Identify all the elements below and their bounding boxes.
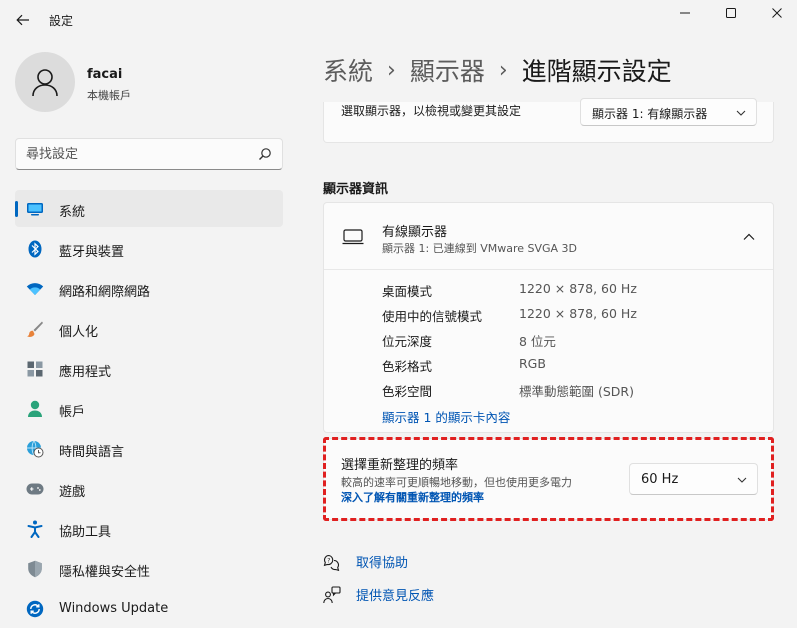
svg-text:?: ? bbox=[327, 557, 330, 564]
refresh-rate-dropdown[interactable]: 60 Hz bbox=[629, 463, 758, 495]
sidebar-item-windows-update[interactable]: Windows Update bbox=[15, 590, 283, 627]
info-key: 桌面模式 bbox=[382, 284, 433, 299]
refresh-rate-value: 60 Hz bbox=[641, 472, 679, 487]
info-value: 1220 × 878, 60 Hz bbox=[519, 281, 637, 296]
bluetooth-icon bbox=[26, 240, 44, 258]
feedback-icon bbox=[323, 585, 341, 604]
close-button[interactable] bbox=[754, 0, 797, 26]
title-bar: 設定 bbox=[0, 0, 797, 40]
sidebar-item-time-language[interactable]: 時間與語言 bbox=[15, 430, 283, 467]
sidebar-item-privacy-security[interactable]: 隱私權與安全性 bbox=[15, 550, 283, 587]
display-select-dropdown[interactable]: 顯示器 1: 有線顯示器 bbox=[580, 98, 757, 126]
get-help-label: 取得協助 bbox=[356, 556, 409, 571]
display-info-card: 有線顯示器 顯示器 1: 已連線到 VMware SVGA 3D 桌面模式 12… bbox=[323, 202, 774, 433]
display-select-card: 選取顯示器，以檢視或變更其設定 顯示器 1: 有線顯示器 bbox=[323, 98, 774, 143]
breadcrumb-separator: › bbox=[498, 57, 508, 83]
chevron-up-icon[interactable] bbox=[743, 232, 755, 242]
display-name: 有線顯示器 bbox=[382, 225, 448, 240]
breadcrumb-system[interactable]: 系統 bbox=[323, 52, 373, 88]
sidebar-item-label: 應用程式 bbox=[59, 365, 112, 380]
breadcrumb: 系統 › 顯示器 › 進階顯示設定 bbox=[323, 52, 672, 88]
minimize-button[interactable] bbox=[662, 0, 708, 26]
maximize-button[interactable] bbox=[708, 0, 754, 26]
info-key: 使用中的信號模式 bbox=[382, 309, 483, 324]
refresh-rate-description: 較高的速率可更順暢地移動，但也使用更多電力 bbox=[341, 476, 572, 489]
accessibility-icon bbox=[26, 520, 44, 538]
sidebar-item-personalization[interactable]: 個人化 bbox=[15, 310, 283, 347]
minimize-icon bbox=[680, 12, 690, 14]
back-arrow-icon bbox=[16, 14, 29, 26]
page-title: 進階顯示設定 bbox=[521, 57, 672, 86]
sidebar-item-label: 時間與語言 bbox=[59, 445, 125, 460]
search-box[interactable] bbox=[15, 138, 283, 170]
search-input[interactable] bbox=[26, 139, 246, 169]
sidebar-item-label: 個人化 bbox=[59, 325, 99, 340]
sidebar-item-apps[interactable]: 應用程式 bbox=[15, 350, 283, 387]
app-title: 設定 bbox=[49, 14, 74, 28]
sidebar-item-system[interactable]: 系統 bbox=[15, 190, 283, 227]
avatar bbox=[15, 52, 75, 112]
globe-clock-icon bbox=[26, 440, 44, 458]
display-adapter-properties-link[interactable]: 顯示器 1 的顯示卡內容 bbox=[382, 407, 510, 426]
account-type: 本機帳戶 bbox=[87, 89, 131, 102]
brush-icon bbox=[26, 320, 44, 338]
sidebar-item-label: 網路和網際網路 bbox=[59, 285, 151, 300]
display-connection: 顯示器 1: 已連線到 VMware SVGA 3D bbox=[382, 242, 578, 255]
monitor-icon bbox=[342, 229, 364, 245]
user-name: facai bbox=[87, 67, 123, 82]
breadcrumb-display[interactable]: 顯示器 bbox=[410, 52, 485, 88]
account-icon bbox=[26, 400, 44, 418]
search-icon[interactable] bbox=[258, 147, 272, 161]
display-info-section-title: 顯示器資訊 bbox=[323, 182, 389, 197]
info-value: 8 位元 bbox=[519, 334, 556, 349]
wifi-icon bbox=[26, 280, 44, 298]
refresh-rate-card: 選擇重新整理的頻率 較高的速率可更順暢地移動，但也使用更多電力 深入了解有關重新… bbox=[323, 438, 774, 520]
sidebar-item-label: Windows Update bbox=[59, 601, 169, 616]
info-value: 標準動態範圍 (SDR) bbox=[519, 384, 634, 399]
sidebar-item-accessibility[interactable]: 協助工具 bbox=[15, 510, 283, 547]
gamepad-icon bbox=[26, 480, 44, 498]
sidebar-item-label: 協助工具 bbox=[59, 525, 112, 540]
chevron-down-icon bbox=[736, 110, 746, 116]
give-feedback-label: 提供意見反應 bbox=[356, 589, 435, 604]
display-select-value: 顯示器 1: 有線顯示器 bbox=[592, 107, 708, 121]
sidebar-item-bluetooth[interactable]: 藍牙與裝置 bbox=[15, 230, 283, 267]
give-feedback-link[interactable]: 提供意見反應 bbox=[323, 585, 434, 604]
back-button[interactable] bbox=[10, 8, 36, 32]
info-key: 色彩格式 bbox=[382, 359, 433, 374]
sidebar-item-label: 遊戲 bbox=[59, 485, 86, 500]
info-value: RGB bbox=[519, 356, 546, 371]
refresh-rate-title: 選擇重新整理的頻率 bbox=[341, 458, 459, 473]
display-select-label: 選取顯示器，以檢視或變更其設定 bbox=[341, 104, 522, 118]
sidebar-item-accounts[interactable]: 帳戶 bbox=[15, 390, 283, 427]
sidebar-item-gaming[interactable]: 遊戲 bbox=[15, 470, 283, 507]
system-icon bbox=[26, 200, 44, 218]
close-icon bbox=[772, 8, 782, 18]
shield-icon bbox=[26, 560, 44, 578]
chevron-down-icon bbox=[737, 477, 747, 483]
user-icon bbox=[32, 69, 58, 97]
get-help-link[interactable]: ? 取得協助 bbox=[323, 552, 408, 571]
sidebar-nav: 系統 藍牙與裝置 網路和網際網路 個人化 應用程式 帳戶 時間與語言 遊戲 協助… bbox=[15, 190, 283, 628]
sidebar-item-label: 系統 bbox=[59, 205, 86, 220]
info-key: 位元深度 bbox=[382, 334, 433, 349]
sidebar-item-label: 隱私權與安全性 bbox=[59, 565, 151, 580]
sidebar-item-label: 藍牙與裝置 bbox=[59, 245, 125, 260]
maximize-icon bbox=[726, 8, 736, 18]
display-info-header[interactable]: 有線顯示器 顯示器 1: 已連線到 VMware SVGA 3D bbox=[324, 203, 773, 270]
breadcrumb-separator: › bbox=[387, 57, 396, 83]
info-key: 色彩空間 bbox=[382, 384, 433, 399]
update-icon bbox=[26, 600, 44, 618]
sidebar-item-label: 帳戶 bbox=[59, 405, 86, 420]
help-icon: ? bbox=[323, 553, 341, 571]
apps-icon bbox=[26, 360, 44, 378]
refresh-rate-learn-more-link[interactable]: 深入了解有關重新整理的頻率 bbox=[341, 489, 484, 505]
sidebar-item-network[interactable]: 網路和網際網路 bbox=[15, 270, 283, 307]
info-value: 1220 × 878, 60 Hz bbox=[519, 306, 637, 321]
